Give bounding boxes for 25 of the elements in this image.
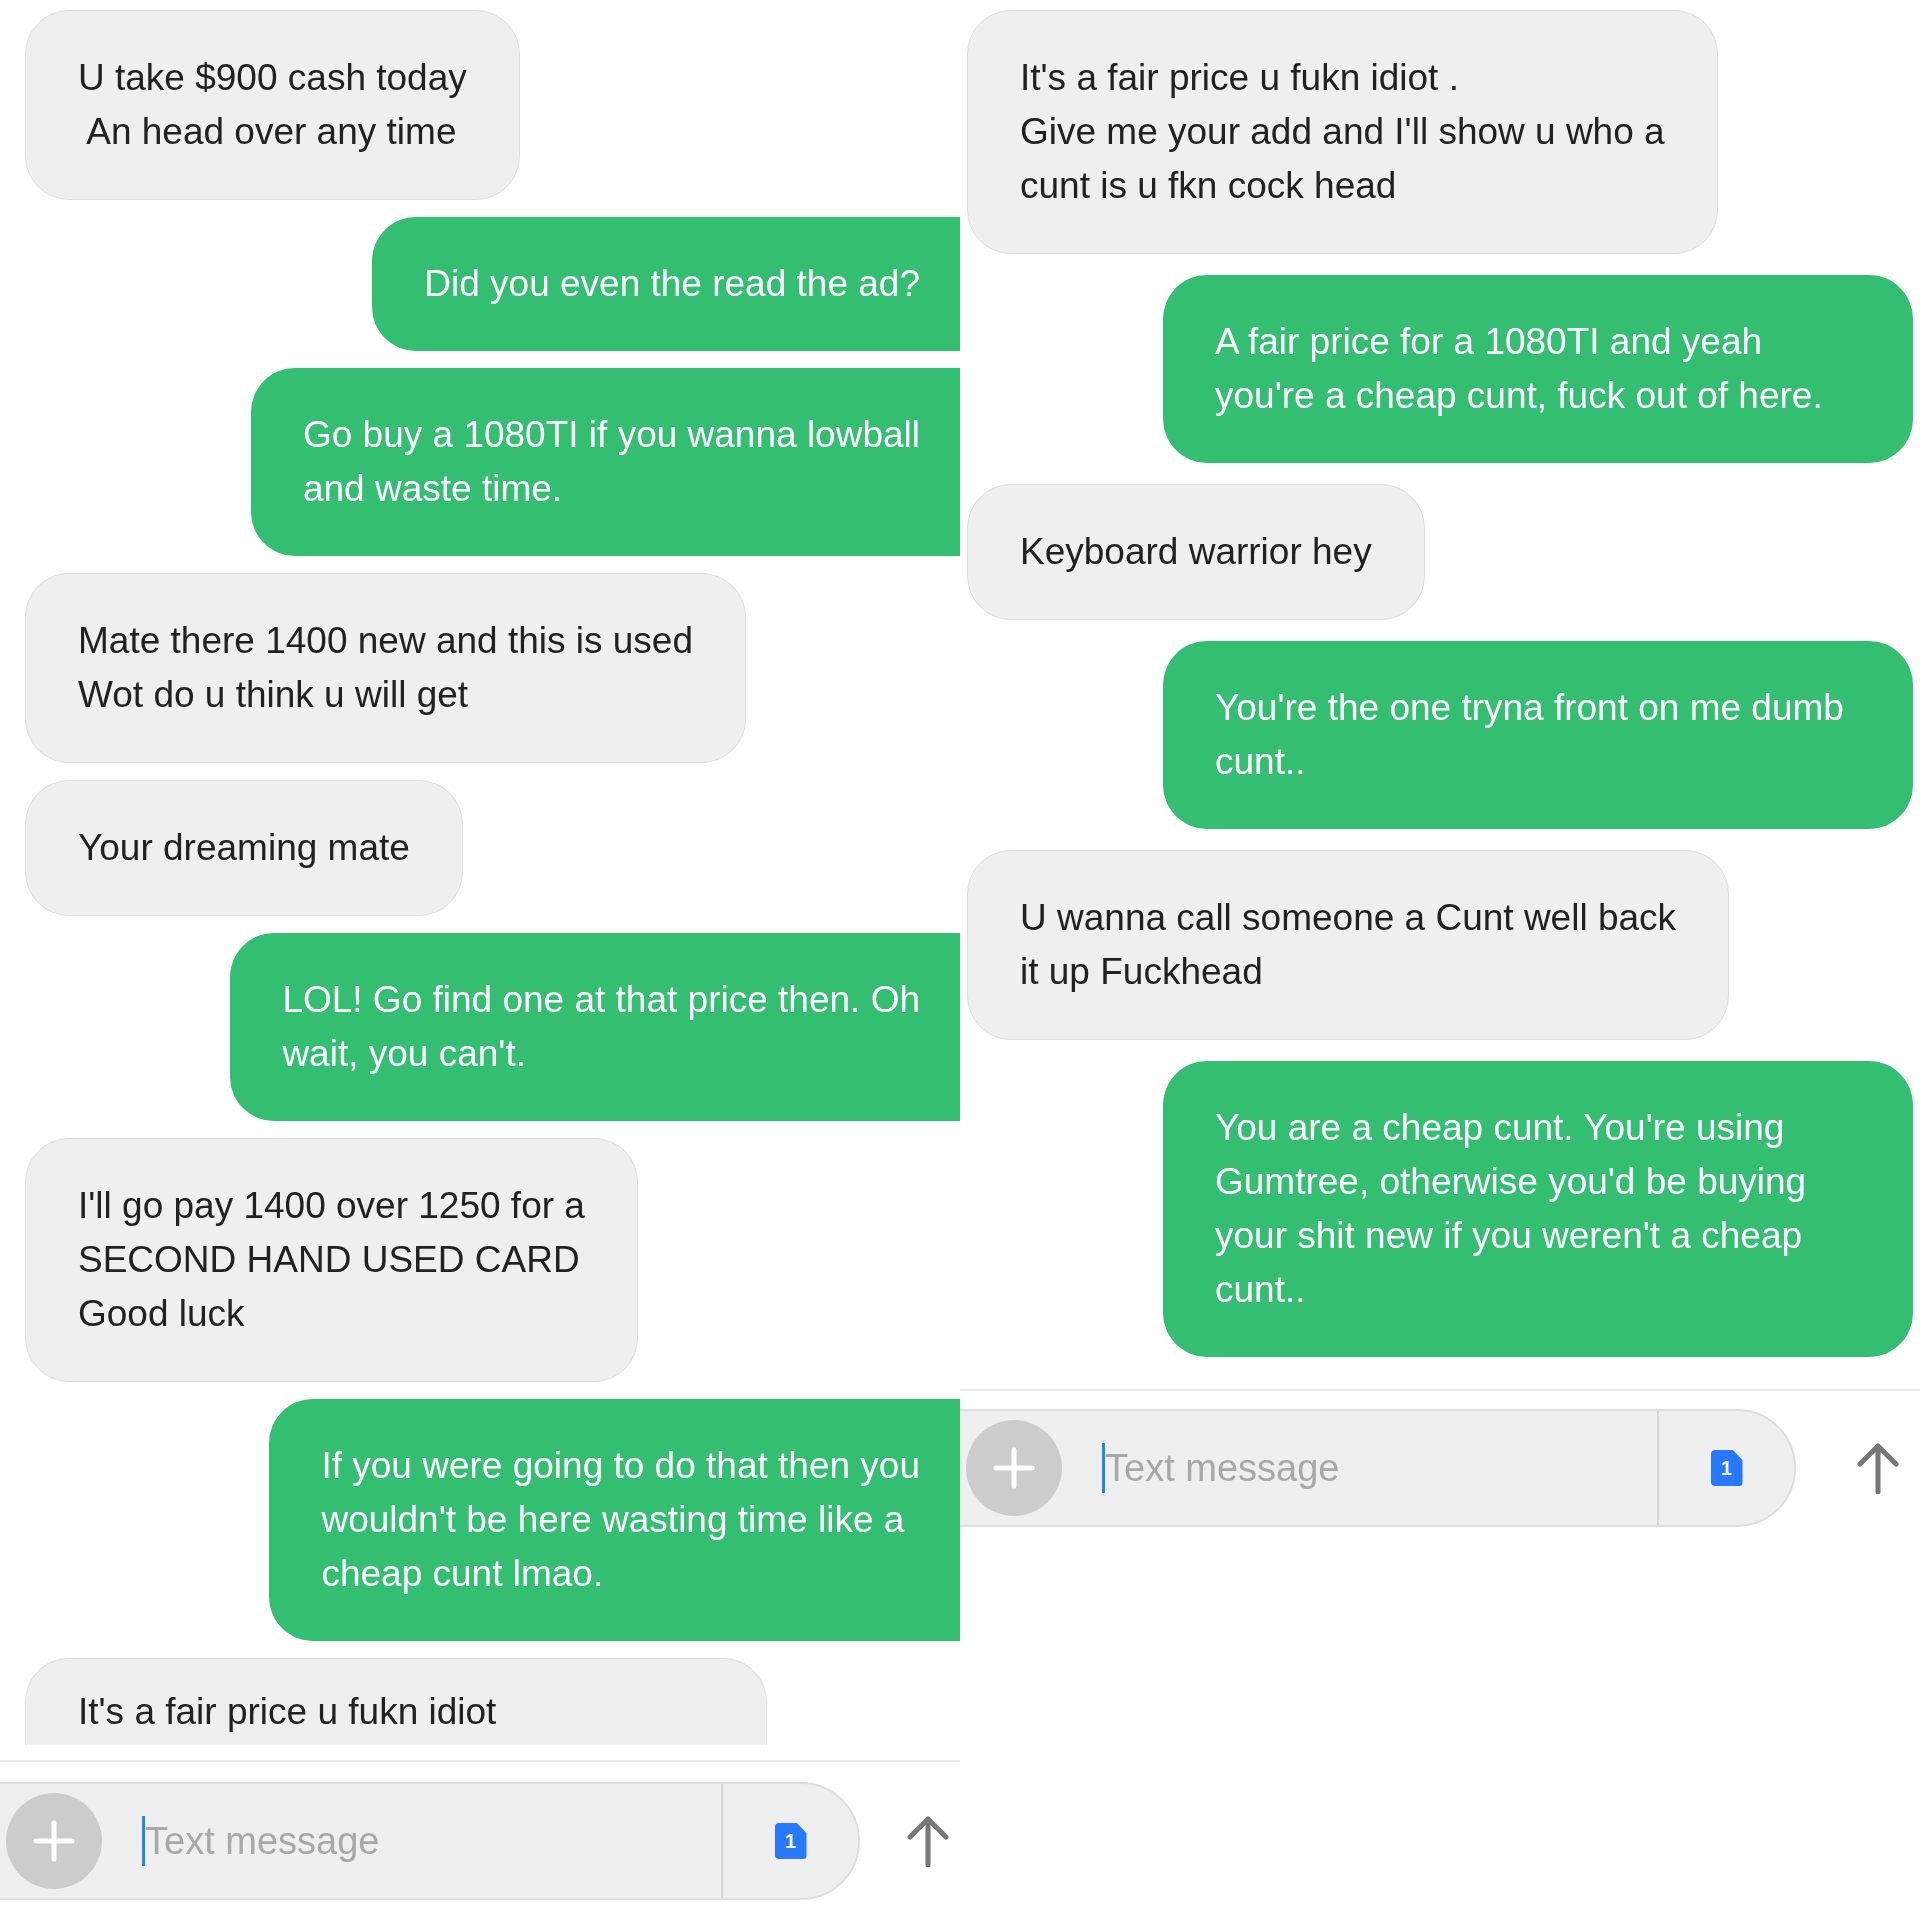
sent-message: You're the one tryna front on me dumb cunt.. [1163,641,1913,829]
text-cursor [142,1816,145,1866]
sent-message: LOL! Go find one at that price then. Oh wait, you can't. [230,933,960,1121]
sent-message: You are a cheap cunt. You're using Gumtree, otherwise you'd be buying your shit new if you weren't a cheap cunt.. [1163,1061,1913,1357]
sim-card-icon[interactable]: 1 [1710,1450,1743,1486]
plus-icon [32,1819,76,1863]
text-cursor [1102,1443,1105,1493]
received-message: It's a fair price u fukn idiot . Give me your add and I'll show u who a cunt is u fkn cock head [967,10,1718,254]
sent-message: Did you even the read the ad? [372,217,960,351]
sent-message: Go buy a 1080TI if you wanna lowball and waste time. [250,368,960,556]
message-input-field[interactable]: Text message 1 [0,1782,860,1900]
received-message: It's a fair price u fukn idiot [25,1658,768,1745]
message-input-field[interactable]: Text message 1 [960,1409,1796,1527]
received-message: Your dreaming mate [25,780,463,916]
send-arrow-icon[interactable] [906,1815,950,1867]
received-message: I'll go pay 1400 over 1250 for a SECOND HAND USED CARD Good luck [25,1138,638,1382]
received-message: U take $900 cash today An head over any time [25,10,520,200]
received-message: Mate there 1400 new and this is used Wot do u think u will get [25,573,746,763]
plus-icon [992,1446,1036,1490]
send-arrow-icon[interactable] [1856,1442,1900,1494]
sent-message: If you were going to do that then you wouldn't be here wasting time like a cheap cunt lmao. [269,1399,960,1641]
received-message: Keyboard warrior hey [967,484,1425,620]
sim-card-icon[interactable]: 1 [774,1823,807,1859]
sent-message: A fair price for a 1080TI and yeah you're a cheap cunt, fuck out of here. [1163,275,1913,463]
received-message: U wanna call someone a Cunt well back it up Fuckhead [967,850,1730,1040]
